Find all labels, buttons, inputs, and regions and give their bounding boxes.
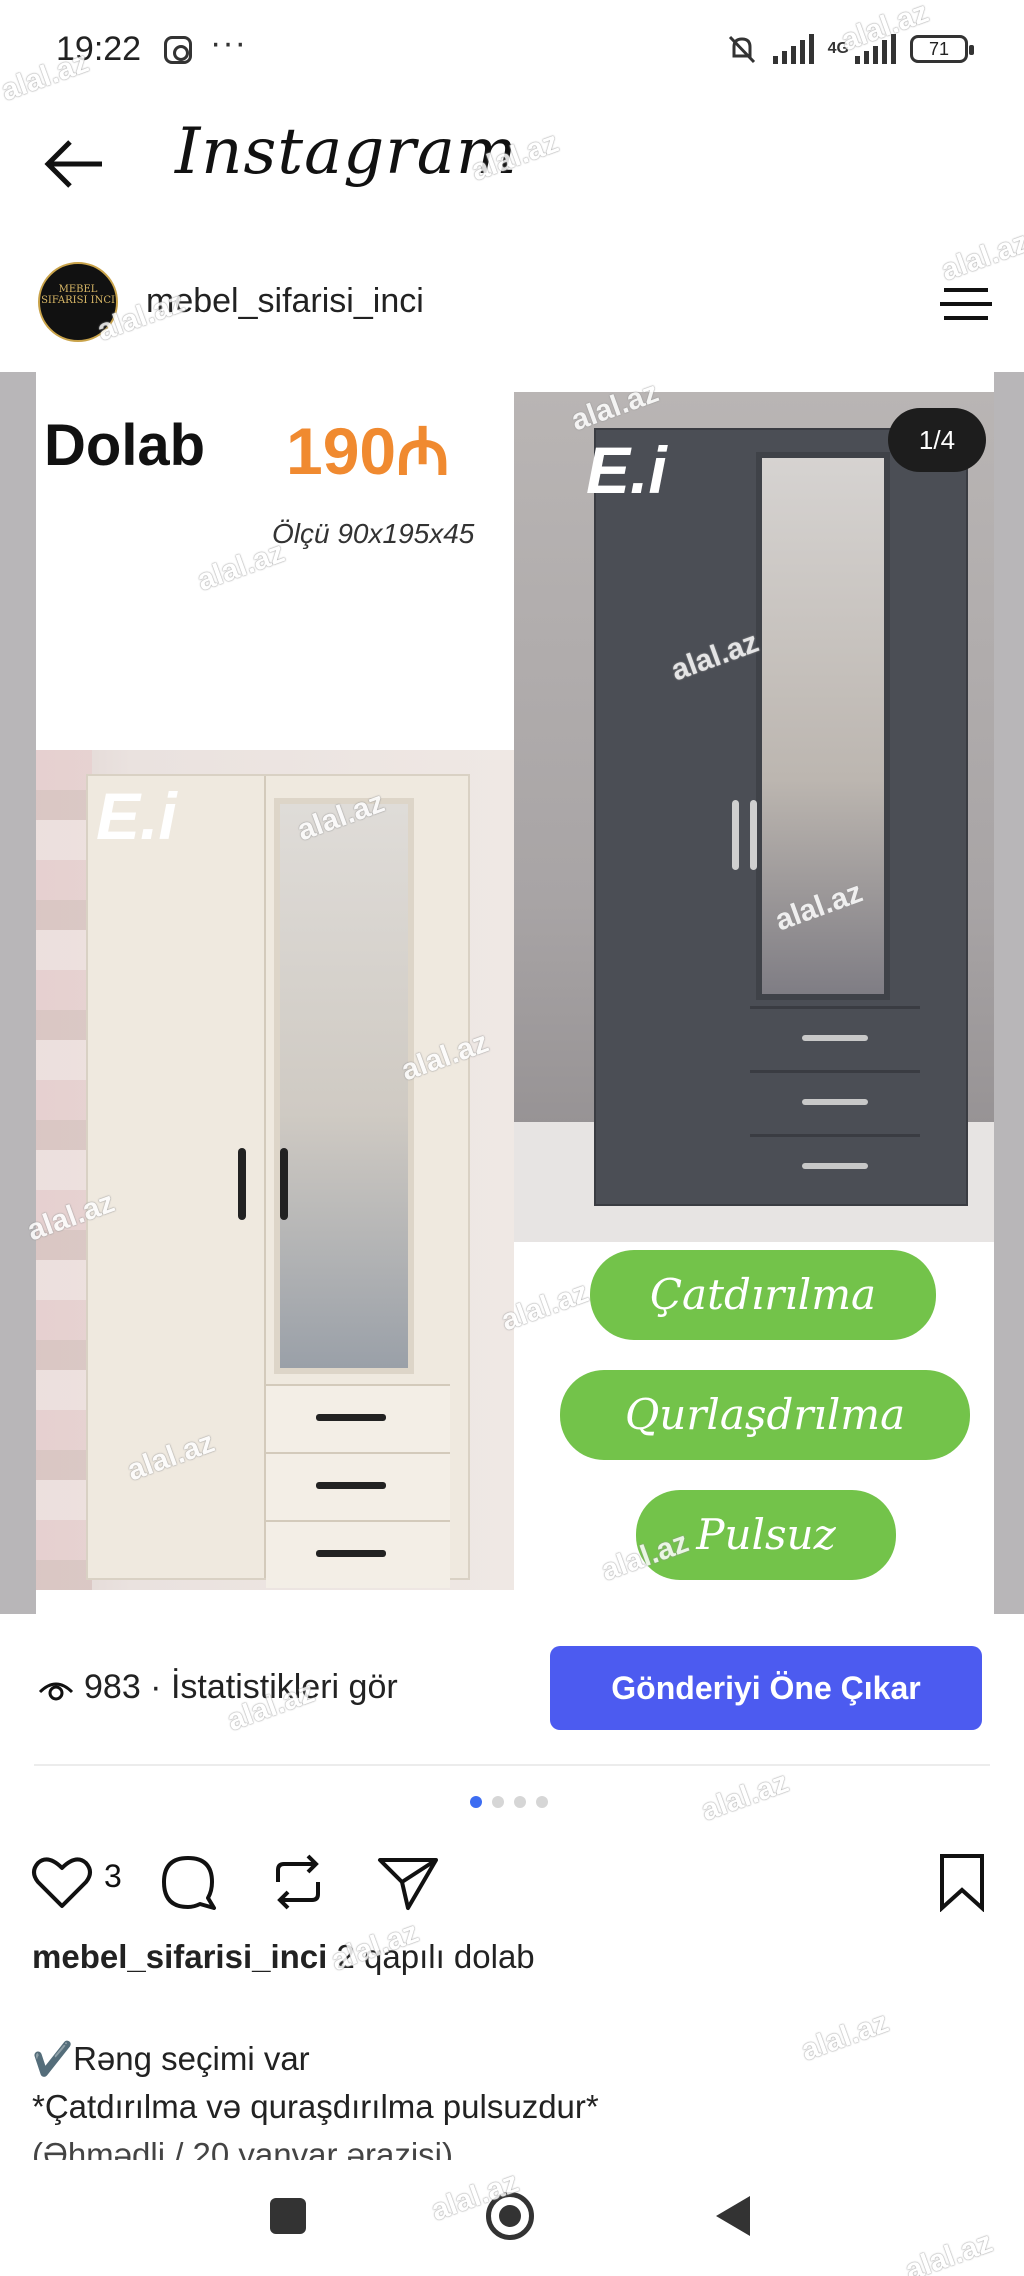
dark-wardrobe	[594, 428, 968, 1206]
caption: mebel_sifarisi_inci 2 qapılı dolab	[32, 1938, 535, 1976]
pill-assembly: Qurlaşdrılma	[560, 1370, 970, 1460]
dark-wardrobe-photo: E.i	[514, 392, 994, 1242]
carousel-dot	[536, 1796, 548, 1808]
mirror	[274, 798, 414, 1374]
insights-row: 983 · İstatistikleri gör Gönderiyi Öne Ç…	[0, 1646, 1024, 1730]
watermark: alal.az	[696, 1765, 793, 1828]
instagram-logo: Instagram	[175, 115, 518, 189]
product-size: Ölçü 90x195x45	[272, 518, 475, 549]
caption-username[interactable]: mebel_sifarisi_inci	[32, 1938, 327, 1975]
boost-post-button[interactable]: Gönderiyi Öne Çıkar	[550, 1646, 982, 1730]
share-icon[interactable]	[376, 1852, 440, 1912]
floral-wallpaper	[36, 750, 92, 1590]
battery-icon: 71	[910, 35, 974, 63]
post-image[interactable]: Dolab 190₼ Ölçü 90x195x45 E.i E.i Çatdır…	[0, 372, 1024, 1614]
product-price: 190₼	[286, 414, 450, 488]
more-notifications-icon: ···	[210, 24, 247, 62]
post-actions: 3	[0, 1842, 1024, 1922]
carousel-counter: 1/4	[888, 408, 986, 472]
carousel-dot	[492, 1796, 504, 1808]
divider	[34, 1764, 990, 1766]
bookmark-icon[interactable]	[930, 1852, 994, 1912]
menu-icon[interactable]	[938, 286, 994, 322]
pill-delivery: Çatdırılma	[590, 1250, 936, 1340]
caption-line-2: *Çatdırılma və quraşdırılma pulsuzdur*	[32, 2088, 599, 2125]
heart-icon[interactable]	[30, 1852, 94, 1912]
brand-logo-light: E.i	[96, 779, 177, 853]
comment-icon[interactable]	[156, 1852, 220, 1912]
back-icon[interactable]	[716, 2196, 750, 2236]
repost-icon[interactable]	[266, 1852, 330, 1912]
carousel-dot	[514, 1796, 526, 1808]
instagram-notification-icon	[164, 36, 192, 64]
avatar-text: MEBEL SIFARISI INCI	[41, 284, 115, 306]
light-wardrobe-photo: E.i	[36, 750, 514, 1590]
product-title: Dolab	[44, 413, 206, 478]
muted-bell-icon	[728, 35, 755, 64]
like-count[interactable]: 3	[104, 1858, 122, 1895]
signal-icon	[772, 34, 814, 64]
back-arrow-icon[interactable]	[42, 136, 106, 192]
brand-logo-dark: E.i	[586, 433, 667, 507]
watermark: alal.az	[796, 2005, 893, 2068]
carousel-dot	[470, 1796, 482, 1808]
carousel-indicator	[470, 1796, 548, 1808]
eye-icon	[38, 1682, 74, 1701]
recent-apps-icon[interactable]	[270, 2198, 306, 2234]
post-image-content: Dolab 190₼ Ölçü 90x195x45 E.i E.i Çatdır…	[36, 372, 994, 1614]
caption-line-1: ✔️Rəng seçimi var	[32, 2040, 310, 2077]
